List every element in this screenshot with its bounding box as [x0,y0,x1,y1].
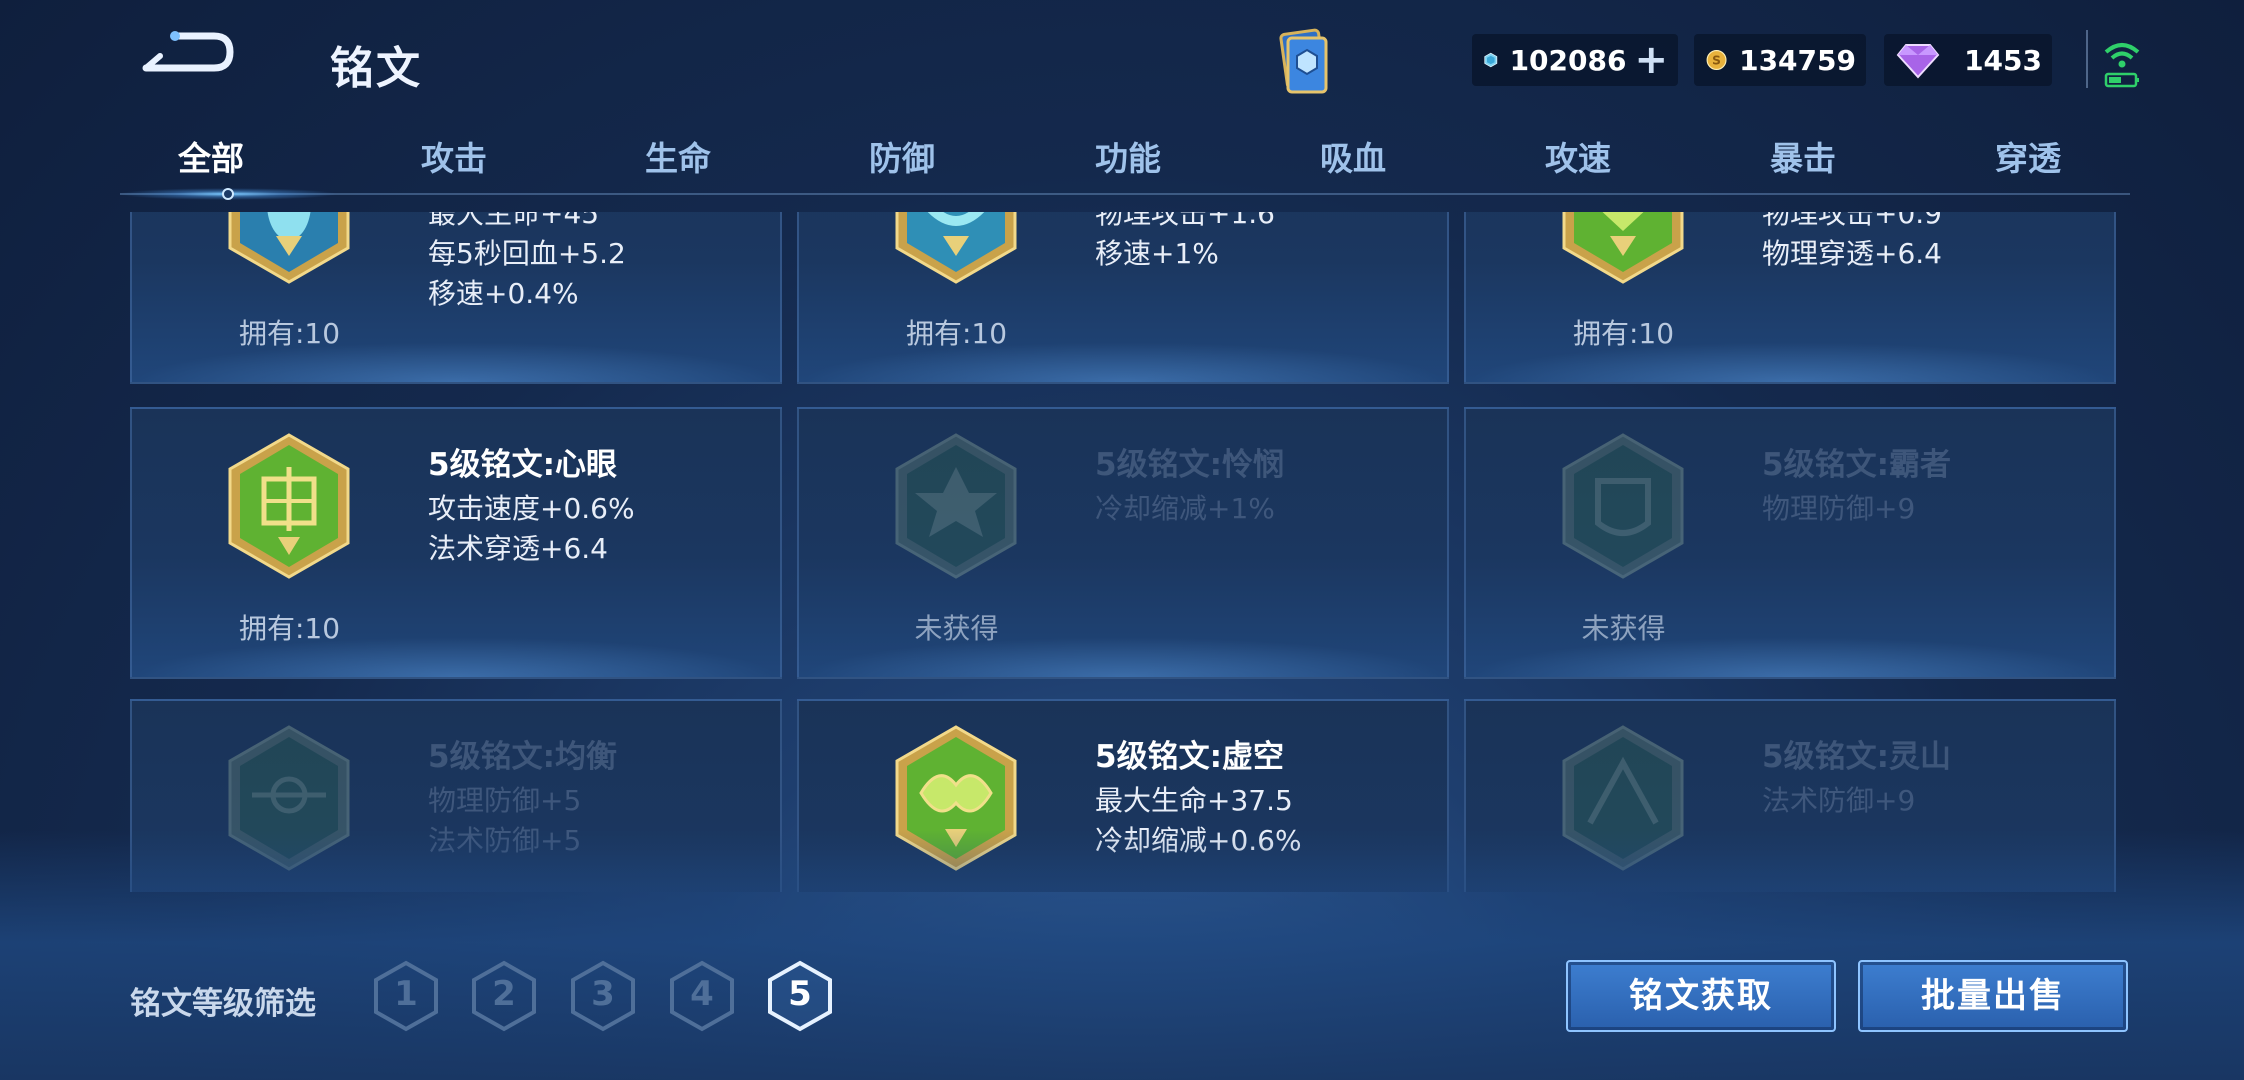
tab-defense[interactable]: 防御 [832,132,972,180]
rune-stat: 物理防御+5 [428,784,582,817]
rune-card[interactable]: 物理攻击+1.6 移速+1% 拥有:10 [797,212,1449,384]
tab-health[interactable]: 生命 [608,132,748,180]
card-glow [1466,637,2114,677]
level-number: 2 [492,974,516,1014]
blue-rune-icon [228,212,350,284]
tab-attack-speed[interactable]: 攻速 [1508,132,1648,180]
add-diamond-icon[interactable]: + [1634,40,1668,80]
level-filter-5[interactable]: 5 [766,960,834,1032]
bulk-sell-button[interactable]: 批量出售 [1858,960,2128,1032]
rune-stats: 法术防御+9 [1762,781,1915,821]
rune-card-heart-eye[interactable]: 5级铭文:心眼 攻击速度+0.6% 法术穿透+6.4 拥有:10 [130,407,782,679]
rune-stat: 移速+0.4% [428,277,579,310]
rune-stat: 物理攻击+0.9 [1762,212,1942,230]
rune-name: 5级铭文:怜悯 [1095,447,1284,483]
rune-card[interactable]: 物理攻击+0.9 物理穿透+6.4 拥有:10 [1464,212,2116,384]
tab-crit[interactable]: 暴击 [1733,132,1873,180]
level-filter-3[interactable]: 3 [569,960,637,1032]
rune-stat: 物理攻击+1.6 [1095,212,1275,230]
get-rune-button[interactable]: 铭文获取 [1566,960,1836,1032]
rune-stats: 冷却缩减+1% [1095,489,1275,529]
rune-stat: 物理穿透+6.4 [1762,237,1942,270]
rune-name: 5级铭文:心眼 [428,447,617,483]
diamond-value: 102086 [1509,43,1627,77]
rune-card[interactable]: 最大生命+45 每5秒回血+5.2 移速+0.4% 拥有:10 [130,212,782,384]
diamond-icon [1484,52,1498,68]
locked-rune-icon [1562,433,1684,579]
card-glow [799,342,1447,382]
level-filter-4[interactable]: 4 [668,960,736,1032]
rune-stat: 最大生命+45 [428,212,600,230]
rune-stat: 法术防御+9 [1762,784,1916,817]
rune-stat: 物理防御+9 [1762,492,1916,525]
gem-counter: 1453 [1884,34,2052,86]
back-arrow-icon[interactable] [140,30,235,78]
rune-card-overlord[interactable]: 5级铭文:霸者 物理防御+9 未获得 [1464,407,2116,679]
card-glow [1466,342,2114,382]
level-filter-2[interactable]: 2 [470,960,538,1032]
level-number: 4 [690,974,714,1014]
rune-stats: 物理防御+9 [1762,489,1915,529]
level-number: 5 [788,974,812,1014]
level-number: 1 [394,974,418,1014]
tab-divider [120,193,2130,195]
blue-rune-icon [895,212,1017,284]
gold-counter: S 134759 [1694,34,1866,86]
rune-name: 5级铭文:霸者 [1762,447,1951,483]
card-glow [132,637,780,677]
rune-deck-icon[interactable] [1270,26,1336,98]
gem-value: 1453 [1964,43,2042,77]
tab-attack[interactable]: 攻击 [384,132,524,180]
rune-name: 5级铭文:灵山 [1762,739,1951,775]
tab-penetration[interactable]: 穿透 [1958,132,2098,180]
tab-all[interactable]: 全部 [141,132,281,180]
rune-stat: 移速+1% [1095,237,1219,270]
gold-value: 134759 [1739,43,1856,77]
rune-grid[interactable]: 最大生命+45 每5秒回血+5.2 移速+0.4% 拥有:10 物理攻击+1.6… [120,212,2130,892]
rune-stats: 攻击速度+0.6% 法术穿透+6.4 [428,489,635,569]
tab-function[interactable]: 功能 [1058,132,1198,180]
bottom-fog-overlay [0,830,2244,1080]
active-tab-dot [222,188,234,200]
locked-rune-icon [895,433,1017,579]
svg-text:S: S [1712,53,1721,67]
rune-stats: 物理攻击+0.9 物理穿透+6.4 [1762,212,1942,274]
rune-name: 5级铭文:均衡 [428,739,617,775]
rune-card-mercy[interactable]: 5级铭文:怜悯 冷却缩减+1% 未获得 [797,407,1449,679]
level-filter-label: 铭文等级筛选 [130,986,316,1022]
rune-stat: 每5秒回血+5.2 [428,237,626,270]
rune-name: 5级铭文:虚空 [1095,739,1284,775]
card-glow [799,637,1447,677]
purple-gem-icon [1896,44,1940,79]
green-rune-icon [1562,212,1684,284]
green-rune-icon [228,433,350,579]
diamond-counter[interactable]: 102086 + [1472,34,1678,86]
rune-stat: 攻击速度+0.6% [428,492,635,525]
level-number: 3 [591,974,615,1014]
header-divider [2086,30,2088,88]
level-filter-1[interactable]: 1 [372,960,440,1032]
rune-stats: 最大生命+45 每5秒回血+5.2 移速+0.4% [428,212,626,314]
rune-stat: 冷却缩减+1% [1095,492,1275,525]
gold-coin-icon: S [1706,50,1727,70]
rune-stats: 物理攻击+1.6 移速+1% [1095,212,1275,274]
page-title: 铭文 [330,43,422,94]
rune-stat: 法术穿透+6.4 [428,532,608,565]
wifi-status-icon [2104,43,2140,88]
card-glow [132,342,780,382]
tab-lifesteal[interactable]: 吸血 [1283,132,1423,180]
rune-stat: 最大生命+37.5 [1095,784,1293,817]
tab-bar: 全部 攻击 生命 防御 功能 吸血 攻速 暴击 穿透 [120,132,2130,188]
